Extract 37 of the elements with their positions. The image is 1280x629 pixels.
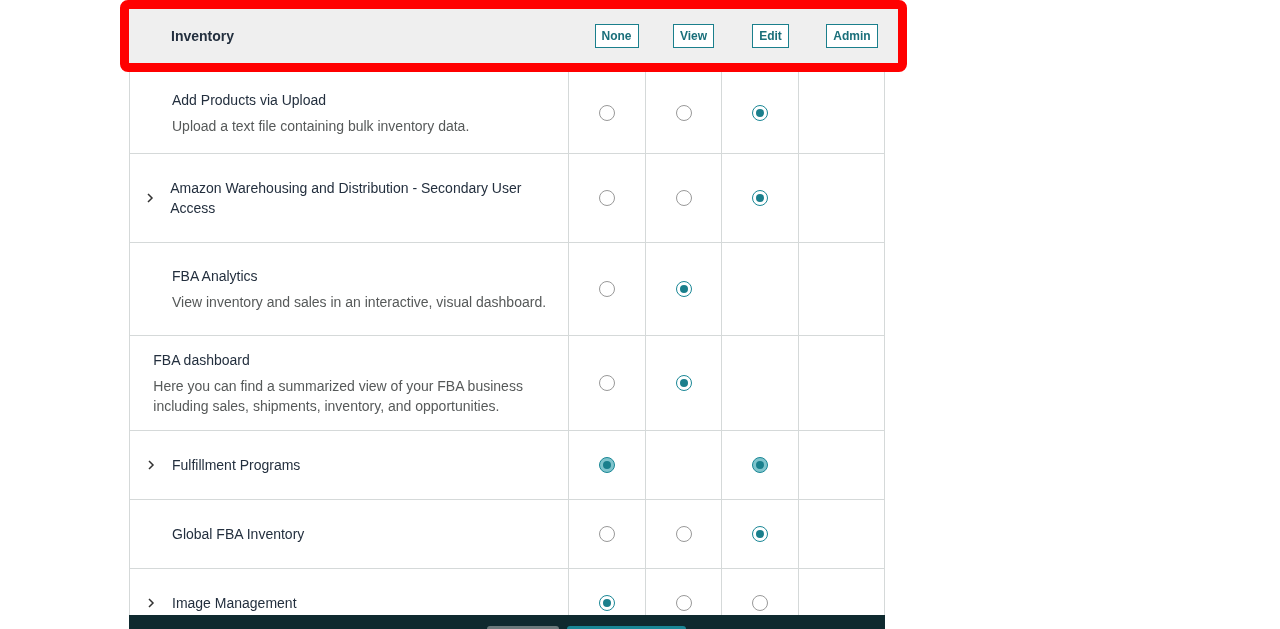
radio-button[interactable] [598,457,615,473]
radio-button[interactable] [752,457,769,473]
permission-description: Upload a text file containing bulk inventory data. [172,116,470,136]
radio-button[interactable] [598,190,615,206]
radio-button[interactable] [598,104,615,121]
radio-button[interactable] [675,281,692,297]
level-button[interactable]: None [594,24,639,48]
radio-button[interactable] [598,595,615,611]
radio-button[interactable] [598,375,615,391]
permission-title: Global FBA Inventory [172,525,305,544]
radio-button[interactable] [752,595,769,611]
level-button[interactable]: Admin [826,24,878,48]
section-title: Inventory [171,26,235,46]
radio-button[interactable] [675,190,692,206]
radio-button[interactable] [752,526,769,542]
chevron-right-icon[interactable] [146,193,155,203]
permission-title: FBA Analytics [172,267,259,286]
permission-title: Add Products via Upload [172,90,328,110]
radio-button[interactable] [598,281,615,297]
radio-button[interactable] [675,375,692,391]
permission-title: Fulfillment Programs [172,456,301,475]
permission-title: Amazon Warehousing and Distribution - Secondary User Access [170,179,523,218]
radio-button[interactable] [675,104,692,121]
permission-description: Here you can find a summarized view of your FBA business including sales, shipments, inventory, and opportunities. [153,377,524,416]
level-button[interactable]: View [672,24,715,48]
chevron-right-icon[interactable] [147,460,155,470]
radio-button[interactable] [598,526,615,542]
permission-title: Image Management [172,594,297,613]
radio-button[interactable] [752,104,769,121]
level-button[interactable]: Edit [752,24,789,48]
radio-button[interactable] [752,190,769,206]
permission-title: FBA dashboard [153,351,251,370]
radio-button[interactable] [675,595,692,611]
chevron-right-icon[interactable] [147,598,155,608]
radio-button[interactable] [675,526,692,542]
cancel-button[interactable] [487,626,559,629]
permission-description: View inventory and sales in an interactive, visual dashboard. [172,293,547,312]
